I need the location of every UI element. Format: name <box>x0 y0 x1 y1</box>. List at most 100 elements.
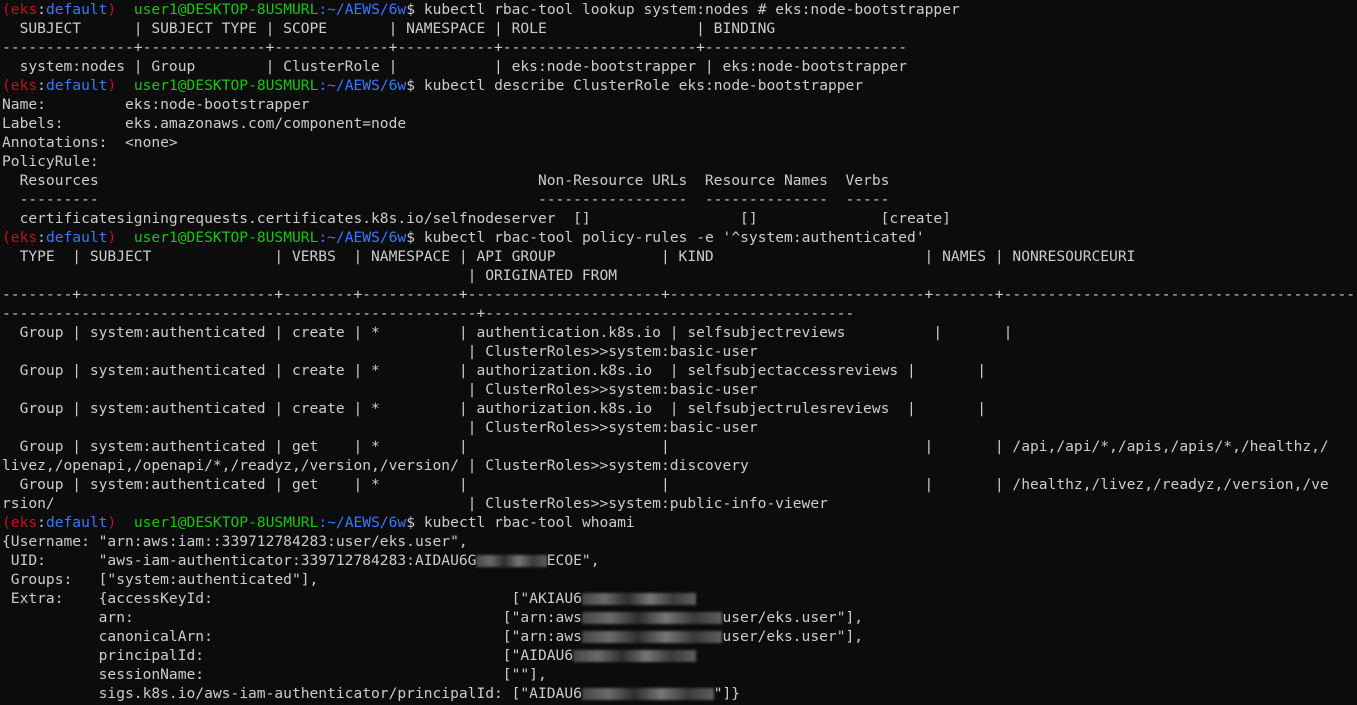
output-text: --------+----------------------+--------… <box>2 286 1356 303</box>
output-text: principalId: ["AIDAU6 <box>2 647 574 664</box>
prompt-env: eks <box>10 77 38 94</box>
prompt-colon: : <box>37 77 46 94</box>
output-line: SUBJECT | SUBJECT TYPE | SCOPE | NAMESPA… <box>2 19 1357 38</box>
output-text: Group | system:authenticated | create | … <box>2 362 987 379</box>
output-text: ----------------------------------------… <box>2 305 855 322</box>
output-line: Extra: {accessKeyId: ["AKIAU6XXXXXXXXXXX… <box>2 589 1357 608</box>
output-text: rsion/ | ClusterRoles>>system:public-inf… <box>2 495 828 512</box>
output-line: rsion/ | ClusterRoles>>system:public-inf… <box>2 494 1357 513</box>
output-text: --------- ----------------- ------------… <box>2 191 890 208</box>
prompt-env: eks <box>10 1 38 18</box>
output-line: Group | system:authenticated | get | * |… <box>2 475 1357 494</box>
output-line: {Username: "arn:aws:iam::339712784283:us… <box>2 532 1357 551</box>
output-line: Labels: eks.amazonaws.com/component=node <box>2 114 1357 133</box>
output-line: Name: eks:node-bootstrapper <box>2 95 1357 114</box>
output-text: sigs.k8s.io/aws-iam-authenticator/princi… <box>2 685 582 702</box>
output-line: TYPE | SUBJECT | VERBS | NAMESPACE | API… <box>2 247 1357 266</box>
output-text: user/eks.user"], <box>722 628 864 645</box>
output-line: | ClusterRoles>>system:basic-user <box>2 380 1357 399</box>
prompt-dollar: $ <box>406 1 416 18</box>
output-line: principalId: ["AIDAU6XXXXXXXXXXXXXX <box>2 646 1357 665</box>
output-line: ----------------------------------------… <box>2 304 1357 323</box>
output-text: Name: eks:node-bootstrapper <box>2 96 310 113</box>
output-text: arn: ["arn:aws <box>2 609 582 626</box>
output-text: Group | system:authenticated | get | * |… <box>2 476 1329 493</box>
output-text: PolicyRule: <box>2 153 99 170</box>
prompt-line: (eks:default) user1@DESKTOP-8USMURL:~/AE… <box>2 0 1357 19</box>
output-text: | ORIGINATED FROM <box>2 267 618 284</box>
redacted-value: XXXXXXXXXXXXXXXX <box>581 612 723 624</box>
output-text: ---------------+--------------+---------… <box>2 39 907 56</box>
output-line: | ClusterRoles>>system:basic-user <box>2 342 1357 361</box>
output-text: UID: "aws-iam-authenticator:339712784283… <box>2 552 477 569</box>
output-line: livez,/openapi,/openapi/*,/readyz,/versi… <box>2 456 1357 475</box>
prompt-paren-close: ) <box>107 514 117 531</box>
prompt-user-host: user1@DESKTOP-8USMURL <box>133 1 319 18</box>
output-text: {Username: "arn:aws:iam::339712784283:us… <box>2 533 468 550</box>
output-line: Group | system:authenticated | get | * |… <box>2 437 1357 456</box>
prompt-dollar: $ <box>406 229 416 246</box>
output-text: certificatesigningrequests.certificates.… <box>2 210 951 227</box>
output-line: Group | system:authenticated | create | … <box>2 361 1357 380</box>
output-line: Group | system:authenticated | create | … <box>2 323 1357 342</box>
prompt-line: (eks:default) user1@DESKTOP-8USMURL:~/AE… <box>2 228 1357 247</box>
output-text: "]} <box>713 685 741 702</box>
output-text: Group | system:authenticated | get | * |… <box>2 438 1329 455</box>
output-line: system:nodes | Group | ClusterRole | | e… <box>2 57 1357 76</box>
output-text: Annotations: <none> <box>2 134 178 151</box>
prompt-line: (eks:default) user1@DESKTOP-8USMURL:~/AE… <box>2 76 1357 95</box>
prompt-colon: : <box>37 1 46 18</box>
prompt-env: eks <box>10 229 38 246</box>
output-text: | ClusterRoles>>system:basic-user <box>2 381 758 398</box>
output-line: --------+----------------------+--------… <box>2 285 1357 304</box>
output-text: Groups: ["system:authenticated"], <box>2 571 319 588</box>
prompt-path: :~/AEWS/6w <box>318 77 407 94</box>
command-text: kubectl rbac-tool policy-rules -e '^syst… <box>415 229 925 246</box>
redacted-value: XXXXXXXXXXXXX <box>581 593 697 605</box>
prompt-colon: : <box>37 514 46 531</box>
output-text: user/eks.user"], <box>722 609 864 626</box>
redacted-value: MAAAMAAA <box>476 555 547 567</box>
command-text: kubectl describe ClusterRole eks:node-bo… <box>415 77 864 94</box>
prompt-user-host: user1@DESKTOP-8USMURL <box>133 77 319 94</box>
prompt-line: (eks:default) user1@DESKTOP-8USMURL:~/AE… <box>2 513 1357 532</box>
prompt-dollar: $ <box>406 77 416 94</box>
output-text: ECOE", <box>546 552 600 569</box>
command-text: kubectl rbac-tool lookup system:nodes # … <box>415 1 960 18</box>
output-line: UID: "aws-iam-authenticator:339712784283… <box>2 551 1357 570</box>
output-line: arn: ["arn:awsXXXXXXXXXXXXXXXXuser/eks.u… <box>2 608 1357 627</box>
prompt-context: default <box>45 77 108 94</box>
output-text: system:nodes | Group | ClusterRole | | e… <box>2 58 907 75</box>
prompt-path: :~/AEWS/6w <box>318 229 407 246</box>
prompt-context: default <box>45 229 108 246</box>
prompt-paren-close: ) <box>107 1 117 18</box>
output-line: | ClusterRoles>>system:basic-user <box>2 418 1357 437</box>
prompt-env: eks <box>10 514 38 531</box>
prompt-context: default <box>45 514 108 531</box>
output-line: sigs.k8s.io/aws-iam-authenticator/princi… <box>2 684 1357 703</box>
prompt-paren-open: ( <box>2 514 11 531</box>
output-line: Groups: ["system:authenticated"], <box>2 570 1357 589</box>
prompt-dollar: $ <box>406 514 416 531</box>
terminal-window[interactable]: (eks:default) user1@DESKTOP-8USMURL:~/AE… <box>0 0 1357 705</box>
prompt-path: :~/AEWS/6w <box>318 1 407 18</box>
prompt-user-host: user1@DESKTOP-8USMURL <box>133 229 319 246</box>
output-text: Labels: eks.amazonaws.com/component=node <box>2 115 407 132</box>
redacted-value: XXXXXXXXXXXXXX <box>573 650 697 662</box>
redacted-value: XXXXXXXXXXXXXXX <box>581 688 714 700</box>
prompt-context: default <box>45 1 108 18</box>
output-line: | ORIGINATED FROM <box>2 266 1357 285</box>
output-text: TYPE | SUBJECT | VERBS | NAMESPACE | API… <box>2 248 1136 265</box>
prompt-colon: : <box>37 229 46 246</box>
prompt-paren-open: ( <box>2 77 11 94</box>
prompt-paren-close: ) <box>107 77 117 94</box>
prompt-paren-open: ( <box>2 229 11 246</box>
output-line: Annotations: <none> <box>2 133 1357 152</box>
output-line: canonicalArn: ["arn:awsXXXXXXXXXXXXXXXXu… <box>2 627 1357 646</box>
redacted-value: XXXXXXXXXXXXXXXX <box>581 631 723 643</box>
output-text: livez,/openapi,/openapi/*,/readyz,/versi… <box>2 457 749 474</box>
prompt-user-host: user1@DESKTOP-8USMURL <box>133 514 319 531</box>
output-text: canonicalArn: ["arn:aws <box>2 628 582 645</box>
prompt-path: :~/AEWS/6w <box>318 514 407 531</box>
output-line: certificatesigningrequests.certificates.… <box>2 209 1357 228</box>
